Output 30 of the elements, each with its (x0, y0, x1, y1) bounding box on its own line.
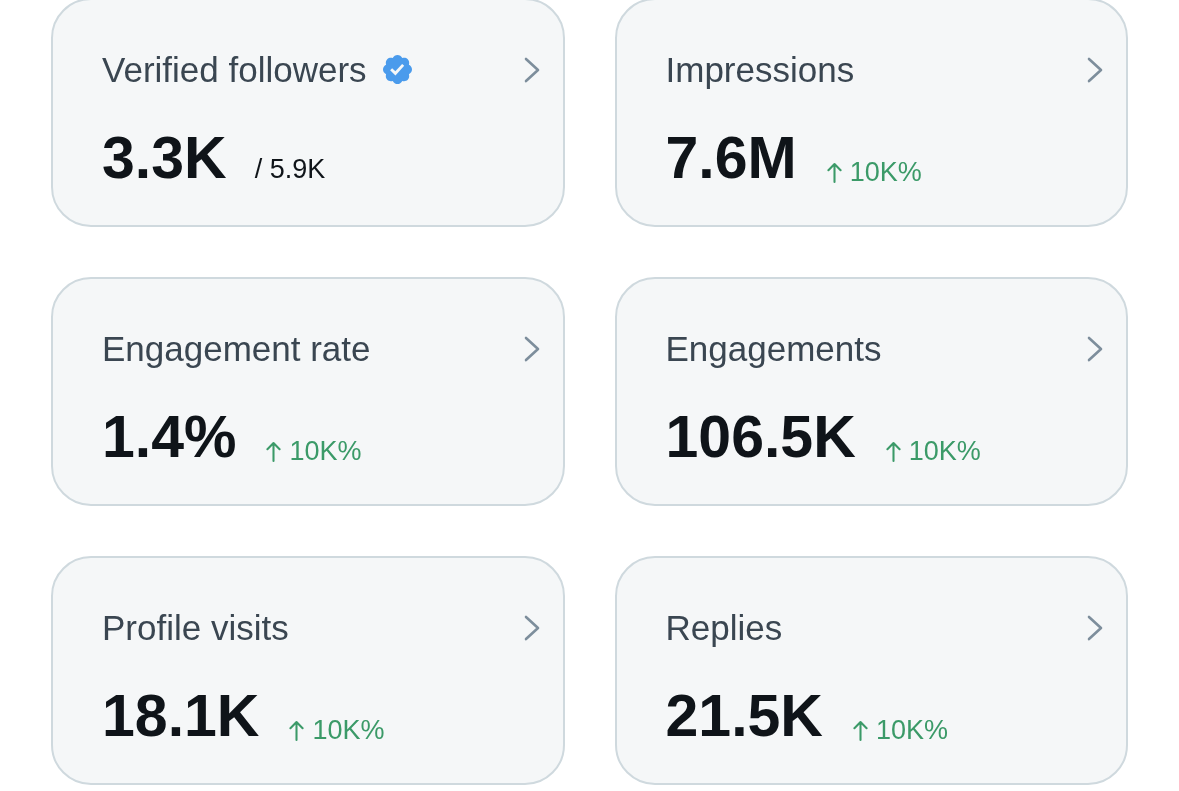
metric-card[interactable]: Engagements 106.5K 10K% (614, 277, 1128, 506)
metric-card[interactable]: Profile visits 18.1K 10K% (51, 556, 565, 785)
metric-card[interactable]: Verified followers 3.3K / 5.9K (51, 0, 565, 227)
chevron-right-icon (523, 335, 540, 362)
metric-title: Engagements (665, 331, 882, 366)
metric-value: 1.4% (102, 408, 237, 467)
metric-title: Verified followers (102, 52, 367, 87)
metric-change: 10K% (875, 717, 948, 744)
metric-value: 3.3K (102, 129, 227, 188)
chevron-right-icon (1087, 56, 1103, 83)
metric-value: 21.5K (665, 687, 823, 746)
metric-value: 7.6M (665, 129, 797, 188)
metric-change: 10K% (849, 159, 922, 186)
metric-change: 10K% (908, 438, 981, 465)
metric-card[interactable]: Impressions 7.6M 10K% (614, 0, 1128, 227)
metric-card[interactable]: Engagement rate 1.4% 10K% (51, 277, 565, 506)
chevron-right-icon (523, 56, 540, 83)
chevron-right-icon (523, 614, 540, 641)
metric-title: Profile visits (102, 610, 289, 645)
metric-title: Impressions (665, 52, 855, 87)
metric-card[interactable]: Replies 21.5K 10K% (614, 556, 1128, 785)
metric-title: Engagement rate (102, 331, 371, 366)
chevron-right-icon (1087, 335, 1103, 362)
metric-value: 18.1K (102, 687, 260, 746)
metric-change: 10K% (312, 717, 385, 744)
metric-change: 10K% (289, 438, 362, 465)
metric-title: Replies (665, 610, 783, 645)
metric-value: 106.5K (665, 408, 856, 467)
chevron-right-icon (1087, 614, 1103, 641)
metric-total: / 5.9K (254, 156, 326, 183)
